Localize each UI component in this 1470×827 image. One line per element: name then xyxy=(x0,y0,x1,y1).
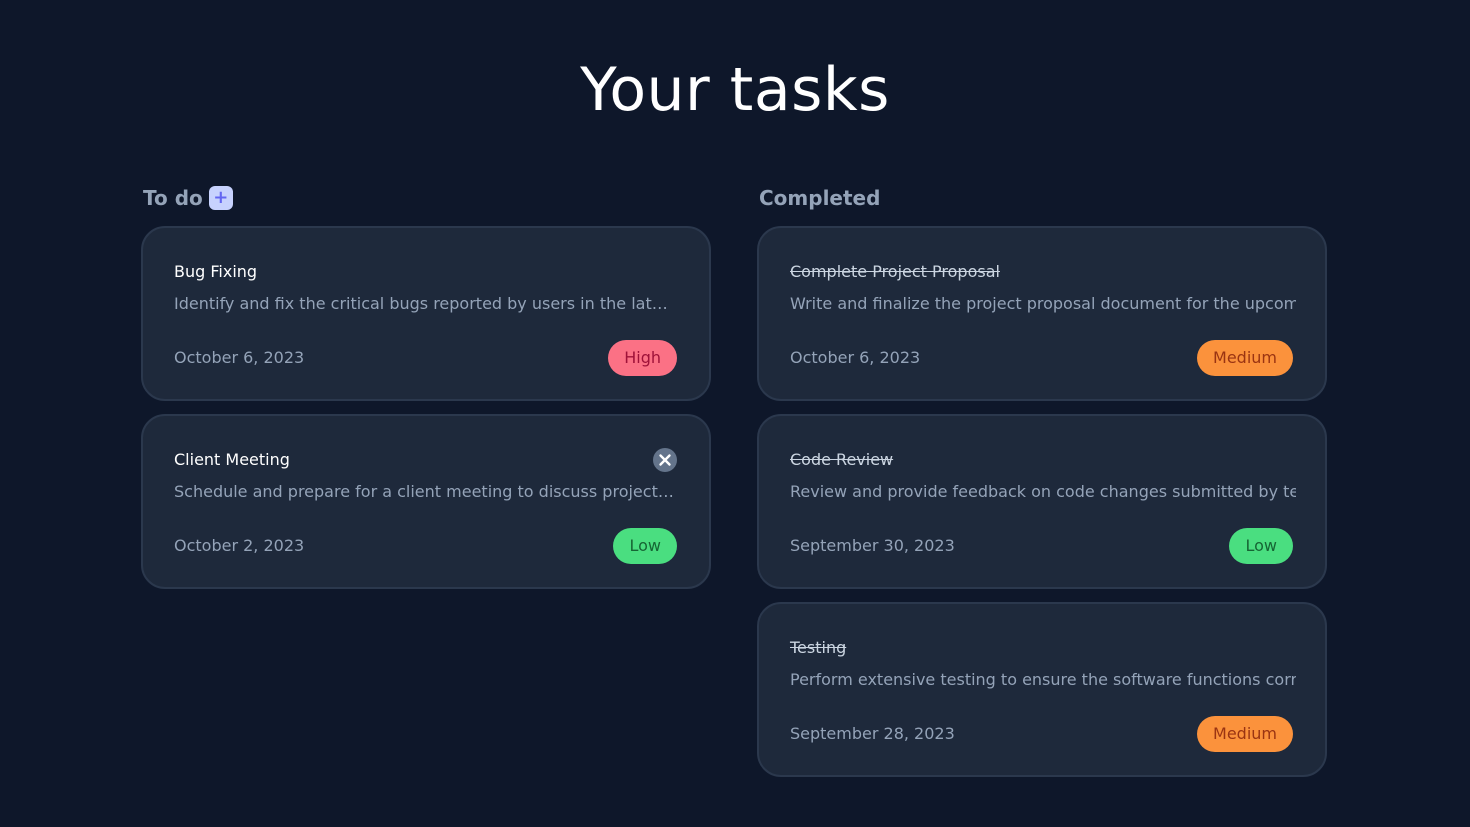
priority-badge: Low xyxy=(1229,528,1293,564)
completed-column: Completed Complete Project Proposal Writ… xyxy=(757,184,1329,790)
task-card[interactable]: Complete Project Proposal Write and fina… xyxy=(757,226,1327,401)
page-title: Your tasks xyxy=(580,55,890,125)
priority-badge: Medium xyxy=(1197,340,1293,376)
delete-task-button[interactable] xyxy=(653,448,677,472)
completed-column-label: Completed xyxy=(759,186,881,210)
task-card[interactable]: Testing Perform extensive testing to ens… xyxy=(757,602,1327,777)
task-description: Review and provide feedback on code chan… xyxy=(790,482,1296,501)
todo-column-header: To do + xyxy=(143,184,713,212)
task-date: October 6, 2023 xyxy=(174,348,305,367)
task-title: Client Meeting xyxy=(174,450,290,469)
task-card[interactable]: Code Review Review and provide feedback … xyxy=(757,414,1327,589)
task-description: Schedule and prepare for a client meetin… xyxy=(174,482,674,501)
task-description: Identify and fix the critical bugs repor… xyxy=(174,294,674,313)
completed-column-header: Completed xyxy=(759,184,1329,212)
add-task-button[interactable]: + xyxy=(208,186,233,210)
task-description: Write and finalize the project proposal … xyxy=(790,294,1296,313)
task-title: Code Review xyxy=(790,450,894,469)
task-description: Perform extensive testing to ensure the … xyxy=(790,670,1296,689)
task-date: September 30, 2023 xyxy=(790,536,955,555)
task-date: September 28, 2023 xyxy=(790,724,955,743)
todo-card-list: Bug Fixing Identify and fix the critical… xyxy=(141,226,713,589)
task-title: Testing xyxy=(790,638,847,657)
plus-icon: + xyxy=(213,187,229,208)
task-date: October 2, 2023 xyxy=(174,536,305,555)
task-card[interactable]: Bug Fixing Identify and fix the critical… xyxy=(141,226,711,401)
task-title: Complete Project Proposal xyxy=(790,262,1000,281)
priority-badge: Medium xyxy=(1197,716,1293,752)
priority-badge: High xyxy=(608,340,677,376)
task-date: October 6, 2023 xyxy=(790,348,921,367)
todo-column: To do + Bug Fixing Identify and fix the … xyxy=(141,184,713,602)
tasks-page: Your tasks To do + Bug Fixing Identify a… xyxy=(0,0,1470,827)
task-card[interactable]: Client Meeting Schedule and prepare for … xyxy=(141,414,711,589)
close-icon xyxy=(659,454,671,466)
task-title: Bug Fixing xyxy=(174,262,258,281)
completed-card-list: Complete Project Proposal Write and fina… xyxy=(757,226,1329,777)
priority-badge: Low xyxy=(613,528,677,564)
todo-column-label: To do xyxy=(143,186,203,210)
